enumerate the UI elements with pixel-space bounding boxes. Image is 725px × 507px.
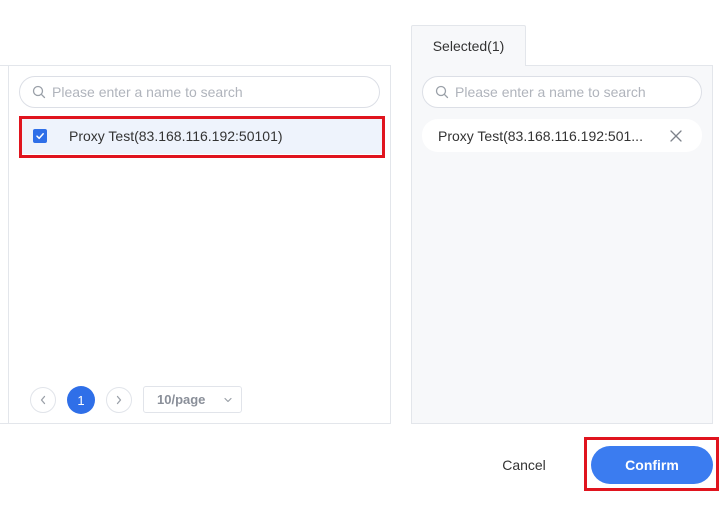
list-item-label: Proxy Test(83.168.116.192:50101) <box>69 128 283 144</box>
page-size-select[interactable]: 10/page <box>143 386 242 413</box>
left-search-input[interactable] <box>52 84 379 100</box>
selected-item-chip: Proxy Test(83.168.116.192:501... <box>422 119 702 152</box>
search-icon <box>435 85 449 99</box>
prev-page-button[interactable] <box>30 387 56 413</box>
chevron-left-icon <box>40 395 46 405</box>
tab-selected[interactable]: Selected(1) <box>411 25 526 66</box>
check-icon <box>36 133 44 140</box>
selected-item-label: Proxy Test(83.168.116.192:501... <box>438 127 643 144</box>
page-number-current[interactable]: 1 <box>67 386 95 414</box>
page-size-value: 10/page <box>157 392 206 407</box>
search-icon <box>32 85 46 99</box>
list-item[interactable]: Proxy Test(83.168.116.192:50101) <box>22 118 382 154</box>
next-page-button[interactable] <box>106 387 132 413</box>
checkbox-checked[interactable] <box>33 129 47 143</box>
chevron-down-icon <box>224 397 232 403</box>
cancel-button[interactable]: Cancel <box>480 448 568 482</box>
chevron-right-icon <box>116 395 122 405</box>
left-search-field[interactable] <box>19 76 380 108</box>
right-search-input[interactable] <box>455 84 701 100</box>
right-search-field[interactable] <box>422 76 702 108</box>
proxy-selection-dialog: Proxy Test(83.168.116.192:50101) 1 10/pa… <box>0 0 725 507</box>
confirm-button[interactable]: Confirm <box>591 446 713 484</box>
tab-divider-cover <box>412 64 525 66</box>
close-icon[interactable] <box>670 130 682 142</box>
